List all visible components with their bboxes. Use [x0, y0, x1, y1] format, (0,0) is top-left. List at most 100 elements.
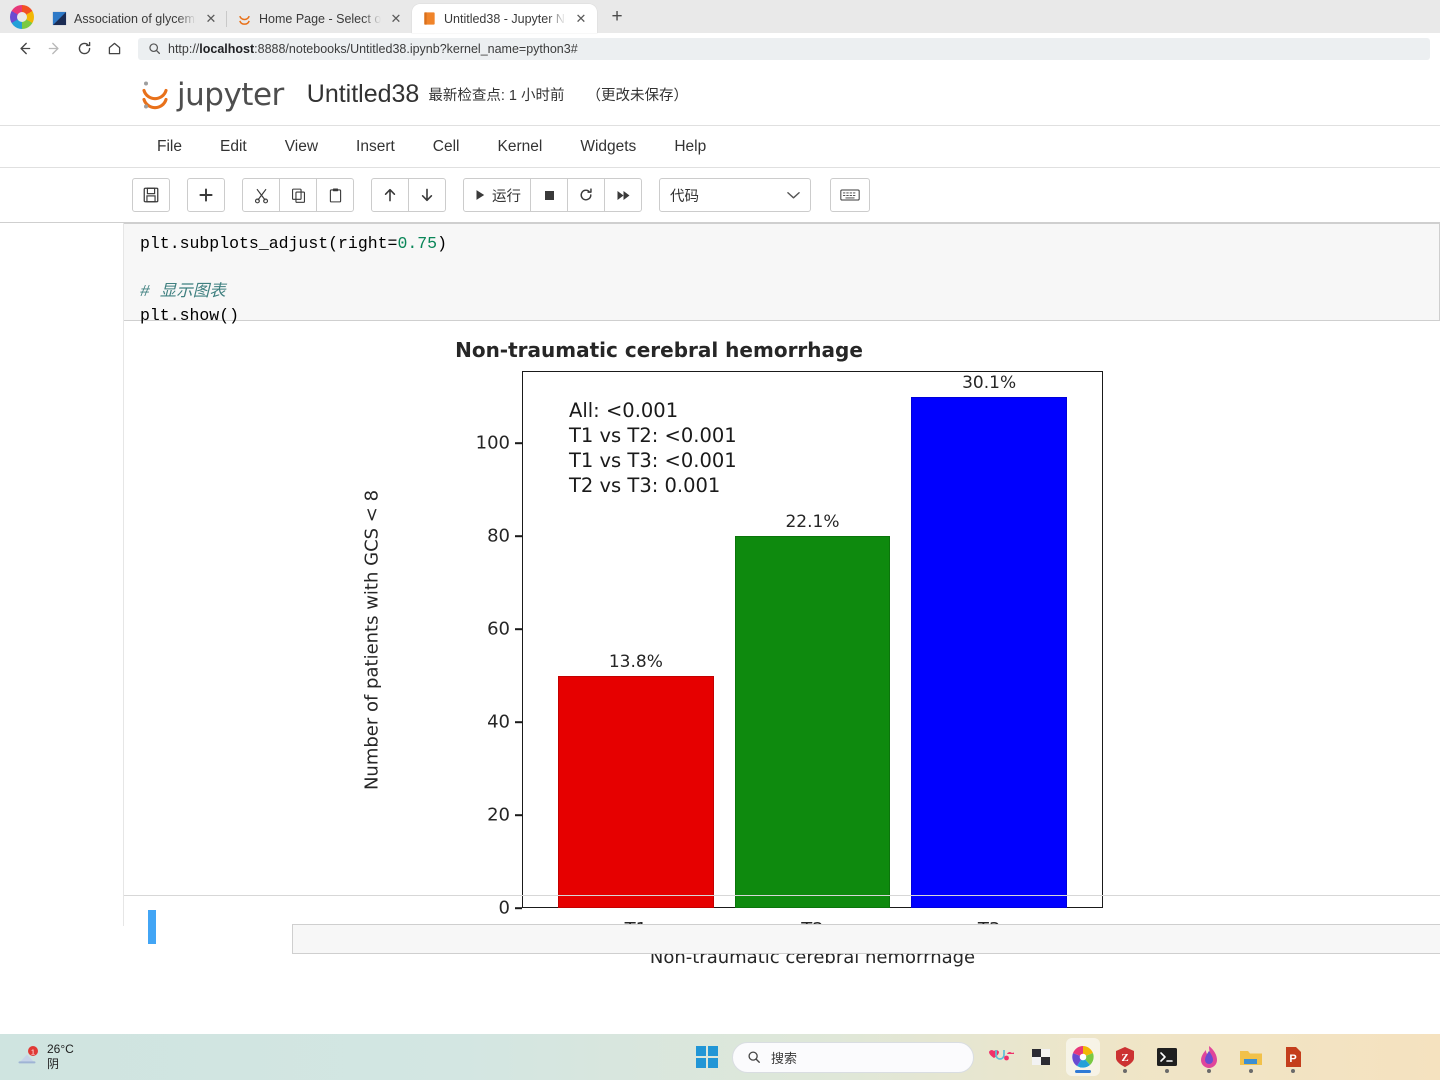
jupyter-logo-text: jupyter — [177, 76, 284, 113]
taskbar-app-zotero-icon[interactable]: Z — [1108, 1038, 1142, 1076]
move-cell-down-button[interactable] — [408, 178, 446, 212]
matplotlib-figure: Non-traumatic cerebral hemorrhage Number… — [299, 328, 1103, 968]
play-icon — [476, 190, 485, 200]
taskbar-running-indicator — [1165, 1069, 1169, 1073]
cell-type-value: 代码 — [670, 188, 699, 205]
jupyter-logo[interactable]: jupyter — [138, 77, 284, 113]
taskbar-running-indicator — [1075, 1069, 1091, 1073]
address-bar[interactable]: http://localhost:8888/notebooks/Untitled… — [138, 37, 1430, 60]
toolbar-group-clipboard — [242, 178, 354, 212]
weather-description: 阴 — [47, 1057, 60, 1071]
browser-tab-1-title: Association of glycemic var — [74, 11, 196, 26]
jupyter-icon — [239, 15, 250, 25]
forward-button[interactable] — [40, 36, 68, 62]
notebook-left-gutter — [0, 223, 124, 926]
taskbar-app-firefox-icon[interactable] — [1192, 1038, 1226, 1076]
browser-navbar: http://localhost:8888/notebooks/Untitled… — [0, 33, 1440, 64]
taskbar-running-indicator — [1123, 1069, 1127, 1073]
chart-annotation-pvalues: All: <0.001 T1 vs T2: <0.001 T1 vs T3: <… — [569, 399, 737, 497]
stop-icon — [544, 190, 554, 200]
browser-tab-1[interactable]: Association of glycemic var ✕ — [42, 4, 227, 33]
taskbar-app-file-explorer-dark-icon[interactable] — [1024, 1038, 1058, 1076]
cut-cell-button[interactable] — [242, 178, 280, 212]
next-code-cell[interactable]: ·· — [124, 895, 1440, 954]
browser-tab-1-close-icon[interactable]: ✕ — [203, 11, 219, 27]
back-button[interactable] — [10, 36, 38, 62]
bar-t2 — [734, 536, 891, 908]
bar-value-label-t3: 30.1% — [962, 372, 1017, 393]
weather-badge-count: 1 — [31, 1047, 35, 1056]
menu-edit[interactable]: Edit — [201, 126, 266, 168]
svg-text:Z: Z — [1121, 1052, 1128, 1064]
next-cell-input[interactable] — [292, 924, 1440, 954]
y-tick-label-100: 100 — [475, 432, 510, 454]
jupyter-menubar: File Edit View Insert Cell Kernel Widget… — [0, 126, 1440, 168]
bar-value-label-t2: 22.1% — [785, 512, 840, 533]
pdf-document-icon — [52, 11, 67, 26]
windows-taskbar: 1 26°C 阴 搜索 Z P — [0, 1034, 1440, 1080]
run-cell-button[interactable]: 运行 — [463, 178, 531, 212]
insert-cell-below-button[interactable] — [187, 178, 225, 212]
browser-brand-logo-icon — [10, 5, 34, 29]
interrupt-kernel-button[interactable] — [530, 178, 568, 212]
y-tick-label-20: 20 — [487, 804, 510, 826]
browser-tab-2[interactable]: Home Page - Select or crea ✕ — [226, 4, 412, 33]
jupyter-logo-icon — [138, 78, 172, 112]
bar-value-label-t1: 13.8% — [608, 651, 663, 672]
cell-selection-indicator — [148, 910, 156, 944]
menu-widgets[interactable]: Widgets — [561, 126, 655, 168]
reload-button[interactable] — [70, 36, 98, 62]
chart-axes: Number of patients with GCS < 8 0 20 40 … — [362, 371, 1103, 968]
save-button[interactable] — [132, 178, 170, 212]
bar-t1 — [558, 675, 714, 908]
y-axis-label: Number of patients with GCS < 8 — [361, 489, 383, 790]
taskbar-app-health-icon[interactable] — [982, 1038, 1016, 1076]
menu-help[interactable]: Help — [655, 126, 725, 168]
menu-cell[interactable]: Cell — [414, 126, 479, 168]
run-cell-label: 运行 — [492, 188, 521, 205]
taskbar-running-indicator — [1291, 1069, 1295, 1073]
y-tick-label-80: 80 — [487, 525, 510, 547]
home-button[interactable] — [100, 36, 128, 62]
cell-type-select[interactable]: 代码 — [659, 178, 811, 212]
taskbar-app-terminal-icon[interactable] — [1150, 1038, 1184, 1076]
menu-view[interactable]: View — [266, 126, 337, 168]
taskbar-running-indicator — [1207, 1069, 1211, 1073]
taskbar-search-box[interactable]: 搜索 — [732, 1041, 974, 1073]
toolbar-group-run: 运行 — [463, 178, 642, 212]
notebook-name[interactable]: Untitled38 — [307, 80, 420, 109]
cloudy-weather-icon: 1 — [14, 1046, 40, 1068]
jupyter-toolbar: 运行 代码 — [0, 168, 1440, 223]
toolbar-group-save — [132, 178, 170, 212]
page-viewport: jupyter Untitled38 最新检查点: 1 小时前 （更改未保存） … — [0, 64, 1440, 1034]
taskbar-search-placeholder: 搜索 — [771, 1050, 798, 1066]
code-cell-input[interactable]: plt.subplots_adjust(right=0.75) # 显示图表 p… — [124, 223, 1440, 325]
windows-start-icon[interactable] — [696, 1046, 718, 1068]
toolbar-group-palette — [830, 178, 870, 212]
toolbar-group-move — [371, 178, 446, 212]
taskbar-app-folder-icon[interactable] — [1234, 1038, 1268, 1076]
restart-and-run-all-button[interactable] — [604, 178, 642, 212]
menu-file[interactable]: File — [138, 126, 201, 168]
command-palette-button[interactable] — [830, 178, 870, 212]
menu-kernel[interactable]: Kernel — [479, 126, 562, 168]
weather-temperature: 26°C — [47, 1042, 74, 1056]
taskbar-app-powerpoint-icon[interactable]: P — [1276, 1038, 1310, 1076]
menu-insert[interactable]: Insert — [337, 126, 414, 168]
paste-cell-button[interactable] — [316, 178, 354, 212]
new-tab-button[interactable]: + — [603, 3, 631, 31]
browser-tab-3-title: Untitled38 - Jupyter Noteb — [444, 11, 566, 26]
jupyter-header: jupyter Untitled38 最新检查点: 1 小时前 （更改未保存） — [0, 64, 1440, 126]
keyboard-icon — [840, 189, 860, 201]
copy-cell-button[interactable] — [279, 178, 317, 212]
move-cell-up-button[interactable] — [371, 178, 409, 212]
browser-tab-3-close-icon[interactable]: ✕ — [573, 11, 589, 27]
browser-tab-2-close-icon[interactable]: ✕ — [388, 11, 404, 27]
restart-kernel-button[interactable] — [567, 178, 605, 212]
taskbar-app-browser-360-icon[interactable] — [1066, 1038, 1100, 1076]
code-cell-output: Non-traumatic cerebral hemorrhage Number… — [124, 323, 1440, 968]
restart-icon — [580, 188, 592, 201]
browser-tab-3[interactable]: Untitled38 - Jupyter Noteb ✕ — [412, 4, 597, 33]
taskbar-weather-widget[interactable]: 1 26°C 阴 — [14, 1042, 74, 1072]
code-cell-source: plt.subplots_adjust(right=0.75) # 显示图表 p… — [140, 234, 447, 325]
